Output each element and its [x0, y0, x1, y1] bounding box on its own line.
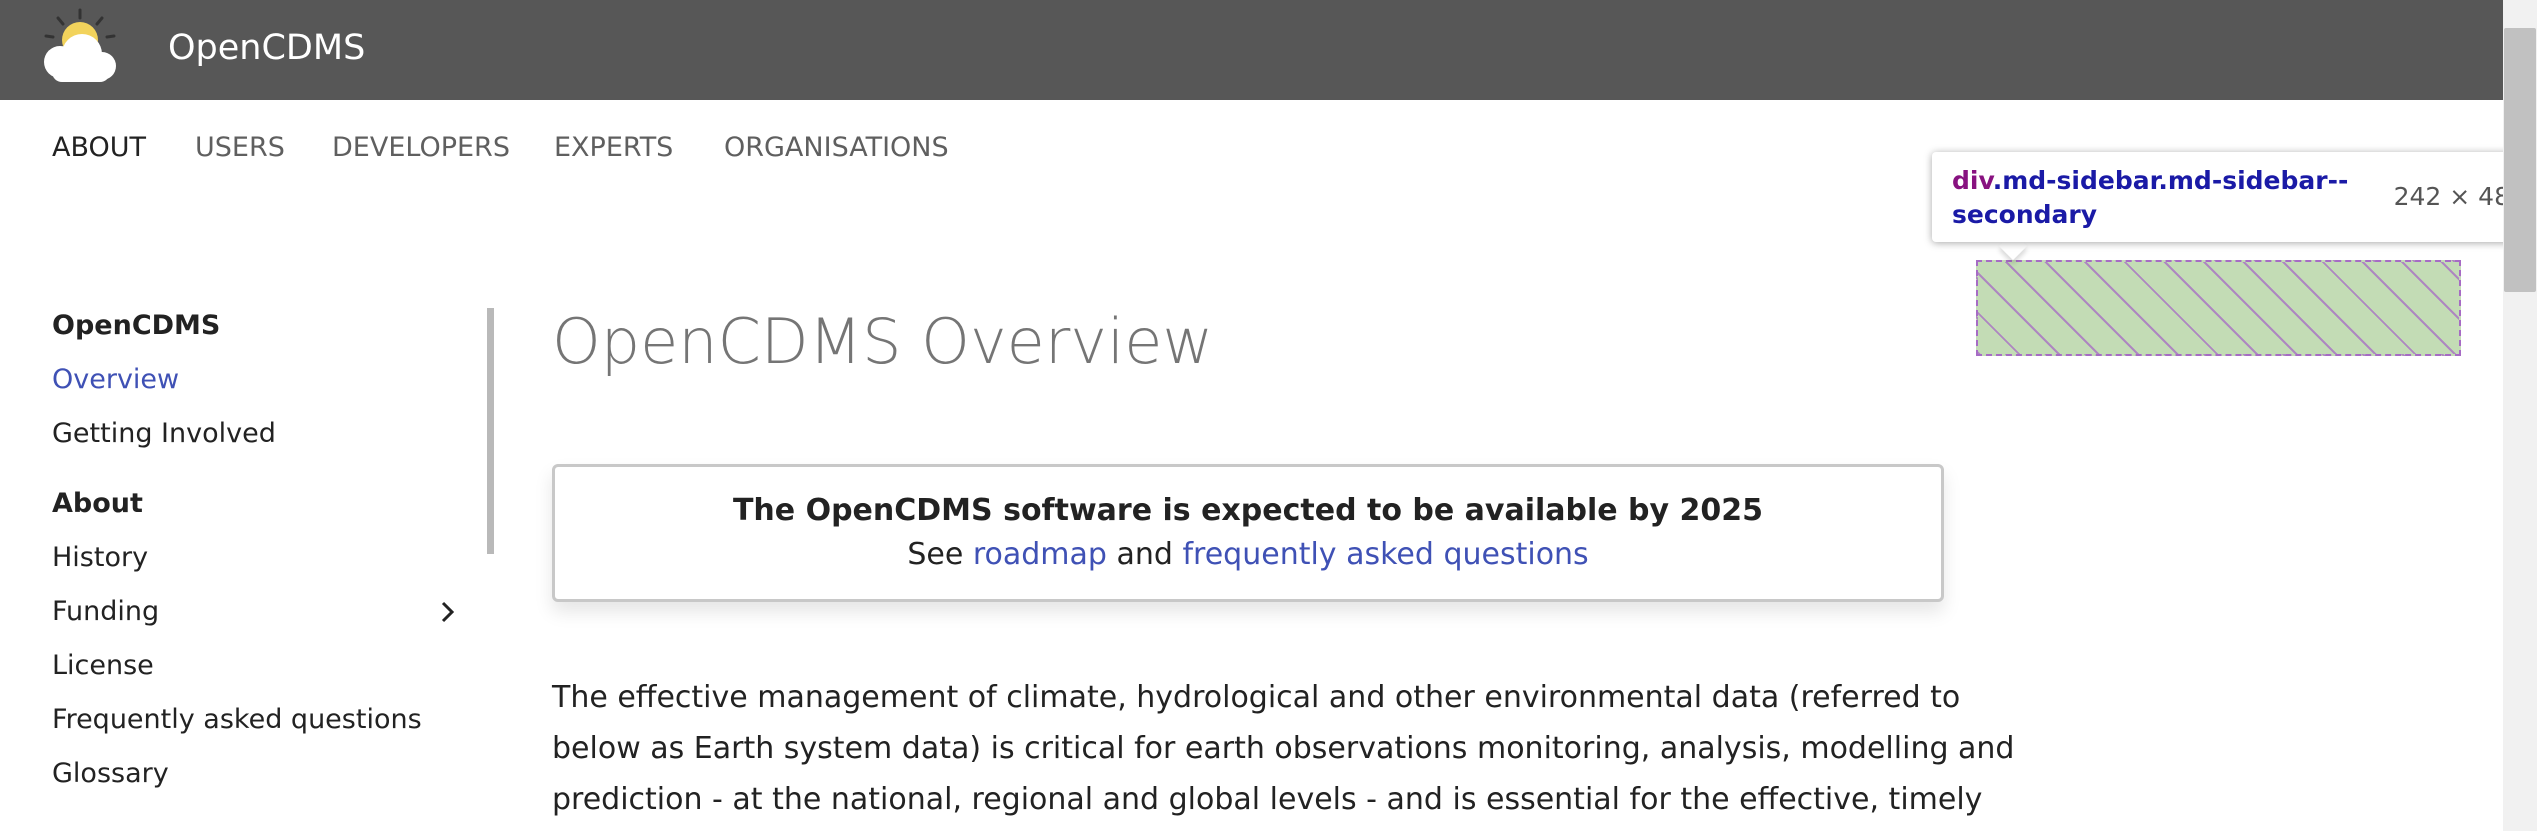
sidebar-root-title[interactable]: OpenCDMS — [52, 306, 220, 346]
tab-experts[interactable]: EXPERTS — [554, 128, 673, 168]
paragraph-line: The effective management of climate, hyd… — [552, 680, 1961, 715]
tooltip-selector: div.md-sidebar.md-sidebar--secondary — [1952, 164, 2352, 232]
sidebar-item-license[interactable]: License — [52, 646, 154, 686]
tooltip-classes: .md-sidebar.md-sidebar--secondary — [1952, 166, 2349, 229]
sidebar-section-about: About — [52, 488, 143, 519]
notice-title: The OpenCDMS software is expected to be … — [732, 493, 1764, 528]
paragraph-line: prediction - at the national, regional a… — [552, 782, 1983, 817]
tab-about[interactable]: ABOUT — [52, 128, 146, 168]
notice-admonition: The OpenCDMS software is expected to be … — [552, 464, 1944, 602]
chevron-right-icon[interactable] — [430, 594, 466, 630]
roadmap-link[interactable]: roadmap — [973, 537, 1107, 572]
sidebar-item-funding[interactable]: Funding — [52, 592, 159, 632]
sidebar-item-glossary[interactable]: Glossary — [52, 754, 169, 794]
tab-users[interactable]: USERS — [195, 128, 285, 168]
sidebar-item-overview[interactable]: Overview — [52, 360, 179, 400]
tab-organisations[interactable]: ORGANISATIONS — [724, 128, 949, 168]
sidebar-item-getting-involved[interactable]: Getting Involved — [52, 414, 276, 454]
paragraph-line: below as Earth system data) is critical … — [552, 731, 2015, 766]
site-title[interactable]: OpenCDMS — [168, 24, 365, 72]
faq-link[interactable]: frequently asked questions — [1182, 537, 1588, 572]
tooltip-size: 242 × 48 — [2393, 182, 2510, 211]
site-header: OpenCDMS — [0, 0, 2503, 100]
notice-links-line: See roadmap and frequently asked questio… — [555, 533, 1941, 577]
sidebar-scrollbar[interactable] — [487, 308, 494, 554]
sidebar-item-history[interactable]: History — [52, 538, 148, 578]
notice-see-text: See — [907, 537, 964, 572]
body-paragraph: The effective management of climate, hyd… — [552, 672, 2015, 825]
sidebar-item-faq[interactable]: Frequently asked questions — [52, 700, 422, 740]
inspected-element-highlight — [1976, 260, 2461, 356]
tab-developers[interactable]: DEVELOPERS — [332, 128, 510, 168]
page-title: OpenCDMS Overview — [552, 305, 1214, 378]
page-scrollbar-thumb[interactable] — [2504, 28, 2536, 292]
devtools-inspect-tooltip: div.md-sidebar.md-sidebar--secondary 242… — [1932, 152, 2530, 242]
tooltip-tag: div — [1952, 166, 1993, 195]
notice-and-text: and — [1116, 537, 1173, 572]
sun-behind-cloud-icon[interactable] — [32, 8, 122, 88]
